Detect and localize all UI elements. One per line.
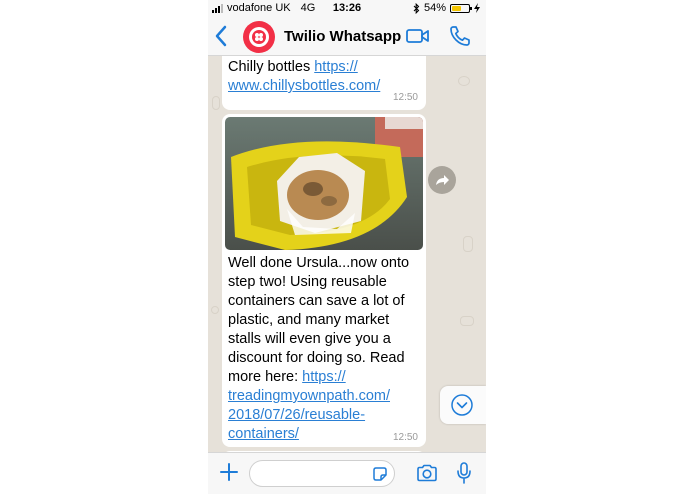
message-line: more here: https:// — [228, 368, 420, 387]
message-text-plain: Chilly bottles — [228, 59, 315, 75]
message-link[interactable]: https:// — [302, 369, 346, 385]
message-line: discount for doing so. Read — [228, 350, 405, 366]
contact-avatar[interactable] — [243, 21, 275, 53]
scroll-to-bottom-button[interactable] — [440, 386, 486, 424]
sticker-icon[interactable] — [372, 466, 388, 482]
battery-percent: 54% — [423, 2, 446, 14]
message-line-plain: more here: — [228, 369, 303, 385]
contact-name[interactable]: Twilio Whatsapp — [284, 28, 401, 45]
message-timestamp: 12:50 — [392, 432, 418, 443]
message-bubble[interactable]: Well done Ursula...now onto step two! Us… — [222, 114, 426, 447]
twilio-logo-icon — [249, 27, 269, 47]
forward-button[interactable] — [428, 166, 456, 194]
message-line: containers can save a lot of — [228, 293, 405, 309]
forward-arrow-icon — [436, 175, 449, 185]
bluetooth-icon — [413, 2, 420, 14]
message-line: step two! Using reusable — [228, 274, 387, 290]
microphone-icon[interactable] — [456, 461, 472, 485]
message-text: Well done Ursula...now onto step two! Us… — [225, 250, 423, 444]
phone-icon[interactable] — [449, 25, 471, 47]
muffin-photo-image — [225, 117, 423, 250]
message-text: Chilly bottles https:// www.chillysbottl… — [228, 58, 420, 96]
camera-icon[interactable] — [416, 464, 438, 482]
status-bar: vodafone UK 4G 13:26 54% — [208, 0, 486, 18]
chevron-down-icon — [451, 394, 473, 416]
message-link[interactable]: containers/ — [228, 426, 299, 442]
wallpaper-doodle — [463, 236, 473, 252]
message-timestamp: 12:50 — [392, 92, 418, 103]
wallpaper-doodle — [211, 306, 219, 314]
message-link[interactable]: treadingmyownpath.com/ — [228, 388, 390, 404]
chat-header: Twilio Whatsapp — [208, 18, 486, 56]
message-line: Well done Ursula...now onto — [228, 255, 410, 271]
chevron-left-icon[interactable] — [214, 25, 228, 47]
status-right: 54% — [413, 2, 480, 14]
whatsapp-screen: vodafone UK 4G 13:26 54% Twilio Whatsapp — [208, 0, 486, 494]
message-link[interactable]: 2018/07/26/reusable- — [228, 407, 365, 423]
plus-icon[interactable] — [218, 461, 240, 483]
wallpaper-doodle — [212, 96, 220, 110]
battery-level — [452, 5, 461, 11]
conversation-area[interactable]: Chilly bottles https:// www.chillysbottl… — [208, 56, 486, 452]
wallpaper-doodle — [458, 76, 470, 86]
message-line: plastic, and many market — [228, 312, 390, 328]
message-bubble[interactable]: Chilly bottles https:// www.chillysbottl… — [222, 56, 426, 110]
message-input-bar — [208, 452, 486, 494]
video-camera-icon[interactable] — [406, 27, 430, 45]
message-photo[interactable] — [225, 117, 423, 250]
wallpaper-doodle — [460, 316, 474, 326]
message-input[interactable] — [249, 460, 395, 487]
charging-icon — [474, 3, 480, 13]
message-line: stalls will even give you a — [228, 331, 391, 347]
battery-icon — [450, 3, 472, 13]
